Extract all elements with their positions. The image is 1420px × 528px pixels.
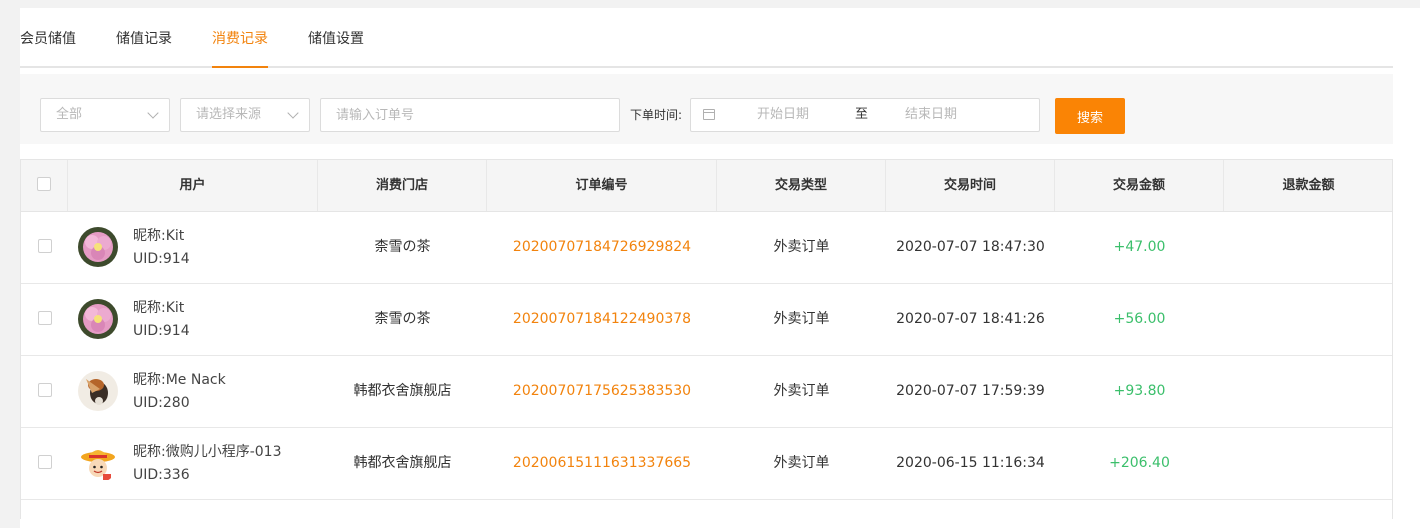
user-info: 昵称:Me Nack UID:280 [133,369,226,415]
user-info: 昵称:微购儿小程序-013 UID:336 [133,441,282,487]
transaction-type-cell: 外卖订单 [773,239,830,255]
table-row: 昵称:Me Nack UID:280 韩都衣舍旗舰店 2020070717562… [20,356,1393,428]
store-cell: 韩都衣舍旗舰店 [353,455,452,471]
store-cell: 柰雪の茶 [374,311,431,327]
header-amount: 交易金额 [1055,160,1224,211]
refund-cell [1224,428,1393,499]
amount-cell: +47.00 [1113,239,1166,255]
header-transaction-time: 交易时间 [886,160,1055,211]
search-button[interactable]: 搜索 [1055,98,1125,134]
chevron-down-icon [147,107,159,119]
filter-bar: 全部 请选择来源 下单时间: 开始日期 至 结束日期 搜索 [20,74,1393,144]
user-uid: UID:914 [133,251,190,267]
refund-cell [1224,284,1393,355]
chevron-down-icon [287,107,299,119]
source-select-placeholder: 请选择来源 [196,107,262,122]
date-separator: 至 [855,107,869,122]
table-row: 昵称:Kit UID:914 柰雪の茶 20200707184122490378… [20,284,1393,356]
user-info: 昵称:Kit UID:914 [133,297,190,343]
tab-member-recharge[interactable]: 会员储值 [20,28,76,66]
header-store: 消费门店 [318,160,487,211]
table-header: 用户 消费门店 订单编号 交易类型 交易时间 交易金额 退款金额 [20,159,1393,212]
transaction-type-cell: 外卖订单 [773,455,830,471]
date-start[interactable]: 开始日期 [757,99,809,131]
transaction-time-cell: 2020-07-07 18:41:26 [896,311,1045,327]
order-number-link[interactable]: 20200615111631337665 [487,428,717,499]
row-checkbox[interactable] [38,455,52,469]
user-uid: UID:336 [133,467,190,483]
type-select[interactable]: 全部 [40,98,170,132]
table-row: 昵称:微购儿小程序-013 UID:336 韩都衣舍旗舰店 2020061511… [20,428,1393,500]
transaction-type-cell: 外卖订单 [773,383,830,399]
user-nickname: 昵称:微购儿小程序-013 [133,444,282,460]
order-number-input[interactable] [320,98,620,132]
header-order-number: 订单编号 [487,160,717,211]
transaction-time-cell: 2020-07-07 17:59:39 [896,383,1045,399]
order-number-link[interactable]: 20200707184726929824 [487,212,717,283]
source-select[interactable]: 请选择来源 [180,98,310,132]
store-cell: 韩都衣舍旗舰店 [353,383,452,399]
row-checkbox[interactable] [38,311,52,325]
transaction-time-cell: 2020-06-15 11:16:34 [896,455,1045,471]
amount-cell: +93.80 [1113,383,1166,399]
refund-cell [1224,356,1393,427]
row-checkbox[interactable] [38,239,52,253]
table-row: 昵称:Kit UID:914 柰雪の茶 20200707184726929824… [20,212,1393,284]
tab-recharge-records[interactable]: 储值记录 [116,28,172,66]
cartoon-hat-avatar [78,443,118,483]
amount-cell: +206.40 [1109,455,1170,471]
user-uid: UID:914 [133,323,190,339]
header-user: 用户 [68,160,318,211]
type-select-value: 全部 [56,107,83,122]
calendar-icon [703,109,715,120]
flower-avatar [78,299,118,339]
order-number-link[interactable]: 20200707184122490378 [487,284,717,355]
consumption-table: 用户 消费门店 订单编号 交易类型 交易时间 交易金额 退款金额 昵称:Kit … [20,159,1393,500]
date-range-picker[interactable]: 开始日期 至 结束日期 [690,98,1040,132]
user-uid: UID:280 [133,395,190,411]
bird-avatar [78,371,118,411]
order-time-label: 下单时间: [630,108,683,122]
tab-consumption-records[interactable]: 消费记录 [212,28,268,68]
amount-cell: +56.00 [1113,311,1166,327]
user-nickname: 昵称:Kit [133,300,185,316]
select-all-checkbox[interactable] [37,177,51,191]
date-end[interactable]: 结束日期 [905,99,957,131]
user-nickname: 昵称:Kit [133,228,185,244]
user-info: 昵称:Kit UID:914 [133,225,190,271]
user-nickname: 昵称:Me Nack [133,372,226,388]
row-checkbox[interactable] [38,383,52,397]
transaction-time-cell: 2020-07-07 18:47:30 [896,239,1045,255]
order-number-link[interactable]: 20200707175625383530 [487,356,717,427]
header-transaction-type: 交易类型 [717,160,886,211]
transaction-type-cell: 外卖订单 [773,311,830,327]
flower-avatar [78,227,118,267]
select-all-cell [20,160,68,211]
refund-cell [1224,212,1393,283]
tab-bar: 会员储值 储值记录 消费记录 储值设置 [20,28,1393,68]
tab-recharge-settings[interactable]: 储值设置 [308,28,364,66]
header-refund: 退款金额 [1282,178,1335,193]
store-cell: 柰雪の茶 [374,239,431,255]
